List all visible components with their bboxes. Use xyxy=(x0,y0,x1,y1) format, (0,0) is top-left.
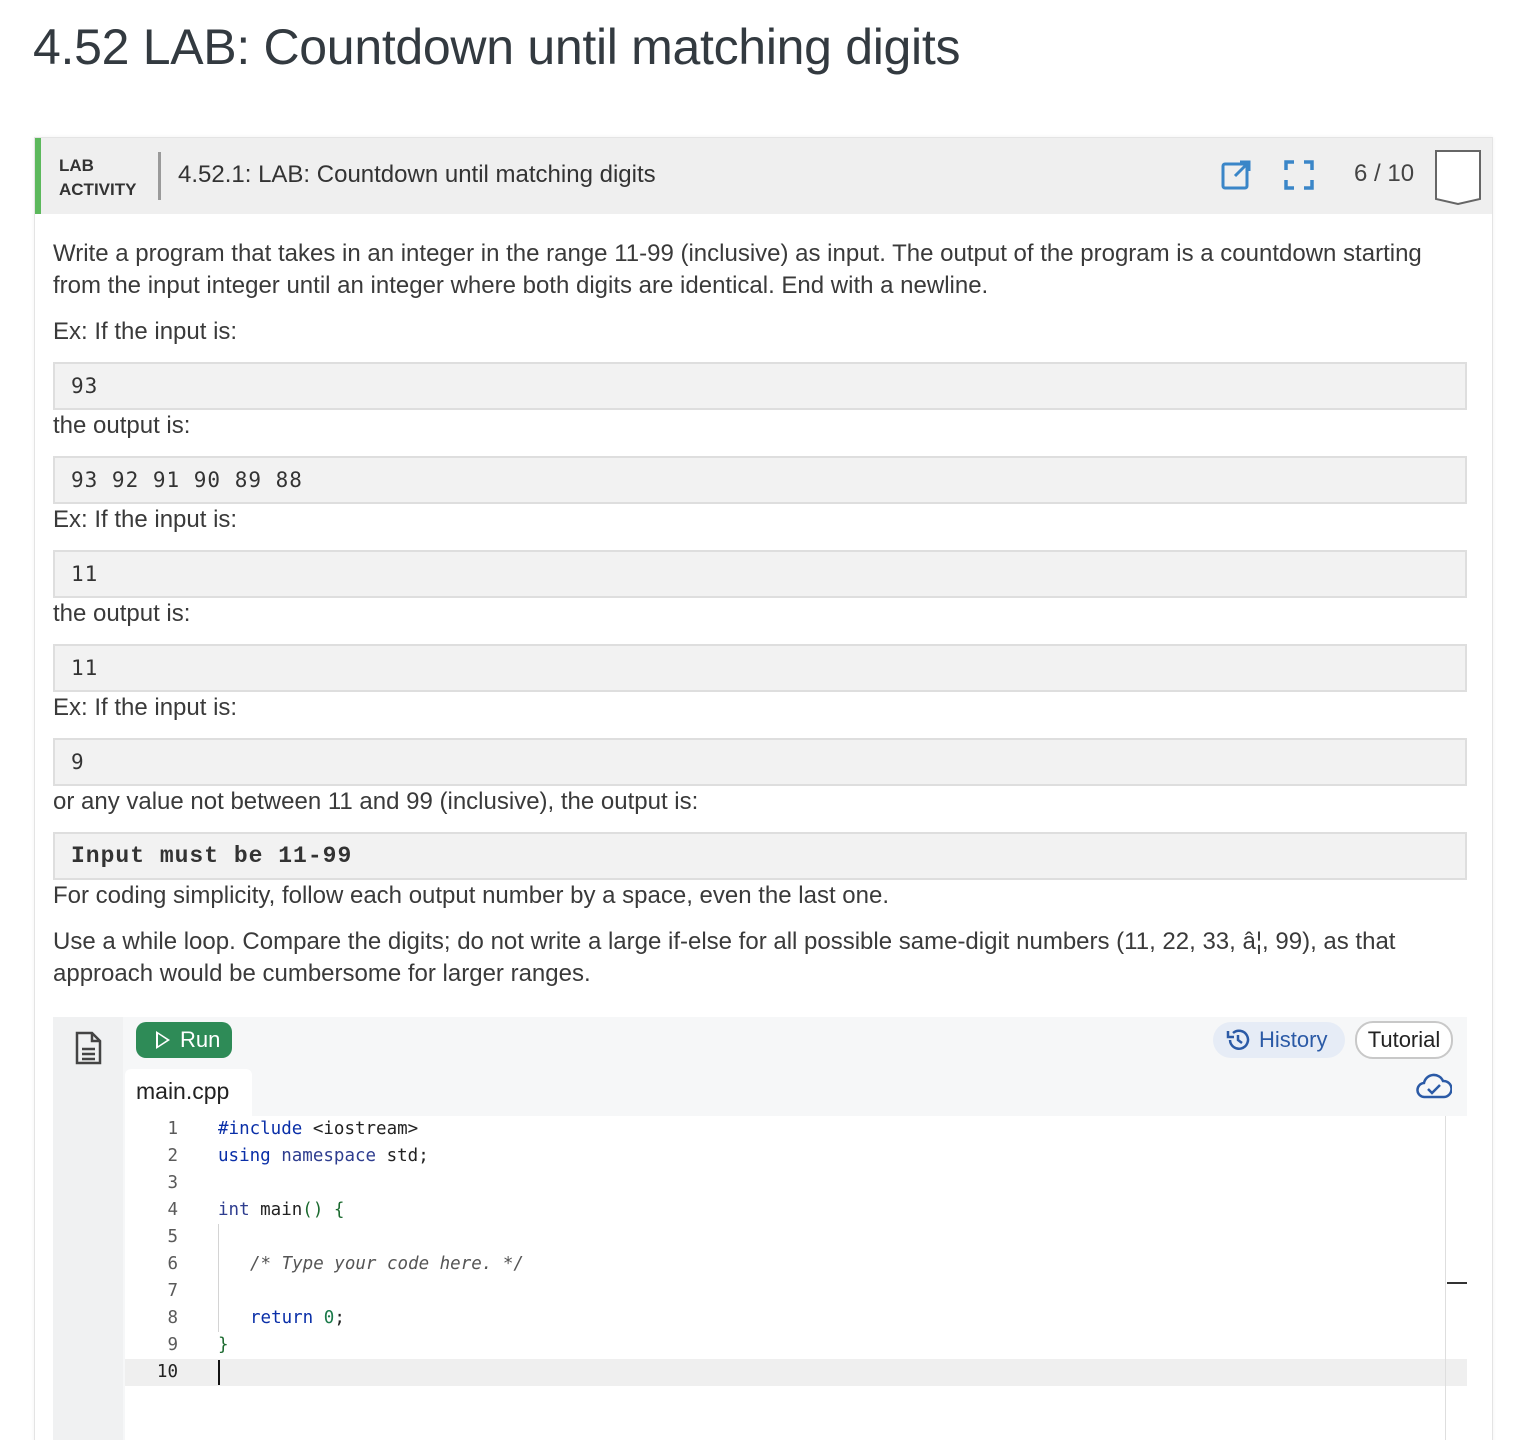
code-line: 3 xyxy=(125,1170,1467,1197)
line-number: 10 xyxy=(156,1362,178,1382)
cloud-check-icon xyxy=(1416,1073,1452,1099)
line-number: 6 xyxy=(167,1254,178,1274)
fullscreen-icon[interactable] xyxy=(1282,158,1316,192)
open-external-icon[interactable] xyxy=(1219,158,1253,192)
code-editor[interactable]: 1 #include <iostream> 2 using namespace … xyxy=(125,1116,1467,1440)
example-3-output-label: or any value not between 11 and 99 (incl… xyxy=(53,788,699,815)
simplicity-note: For coding simplicity, follow each outpu… xyxy=(53,882,890,909)
lab-title: 4.52.1: LAB: Countdown until matching di… xyxy=(178,161,656,188)
header-divider xyxy=(158,152,161,200)
example-3-output: Input must be 11-99 xyxy=(53,832,1467,880)
example-1-output-label: the output is: xyxy=(53,412,191,439)
line-number: 5 xyxy=(167,1227,178,1247)
code-line: 6 /* Type your code here. */ xyxy=(125,1251,1467,1278)
example-1-output: 93 92 91 90 89 88 xyxy=(53,456,1467,504)
ide-side-gutter xyxy=(53,1017,123,1440)
line-code: return 0; xyxy=(250,1308,345,1328)
lab-header: LAB ACTIVITY 4.52.1: LAB: Countdown unti… xyxy=(35,138,1492,214)
example-2-input: 11 xyxy=(53,550,1467,598)
code-line: 8 return 0; xyxy=(125,1305,1467,1332)
code-line: 7 xyxy=(125,1278,1467,1305)
line-number: 8 xyxy=(167,1308,178,1328)
score-text: 6 / 10 xyxy=(1354,160,1415,187)
code-line-active: 10 xyxy=(125,1359,1467,1386)
lab-description: Write a program that takes in an integer… xyxy=(53,238,1467,990)
code-editor-panel: Run History Tutorial main.cpp 1 #include… xyxy=(53,1017,1467,1440)
line-number: 4 xyxy=(167,1200,178,1220)
text-cursor xyxy=(218,1360,220,1385)
example-2-label: Ex: If the input is: xyxy=(53,506,238,533)
code-line: 2 using namespace std; xyxy=(125,1143,1467,1170)
page-title: 4.52 LAB: Countdown until matching digit… xyxy=(33,19,961,75)
lab-activity-card: LAB ACTIVITY 4.52.1: LAB: Countdown unti… xyxy=(34,137,1493,1440)
history-icon xyxy=(1226,1029,1250,1050)
run-label: Run xyxy=(180,1027,221,1052)
description-paragraph: Write a program that takes in an integer… xyxy=(53,240,1422,299)
example-1-label: Ex: If the input is: xyxy=(53,318,238,345)
line-number: 1 xyxy=(167,1119,178,1139)
file-tab-main-cpp[interactable]: main.cpp xyxy=(125,1069,252,1116)
example-2-output: 11 xyxy=(53,644,1467,692)
line-code: } xyxy=(218,1335,229,1355)
line-number: 7 xyxy=(167,1281,178,1301)
play-icon xyxy=(156,1031,170,1049)
scrollbar-marker xyxy=(1447,1282,1467,1284)
line-code: int main() { xyxy=(218,1200,345,1220)
example-3-label: Ex: If the input is: xyxy=(53,694,238,721)
while-loop-note: Use a while loop. Compare the digits; do… xyxy=(53,928,1396,987)
history-label: History xyxy=(1259,1027,1328,1052)
code-line: 5 xyxy=(125,1224,1467,1251)
tutorial-button[interactable]: Tutorial xyxy=(1355,1021,1453,1059)
example-3-input: 9 xyxy=(53,738,1467,786)
run-button[interactable]: Run xyxy=(136,1022,232,1058)
line-number: 9 xyxy=(167,1335,178,1355)
line-code: using namespace std; xyxy=(218,1146,429,1166)
line-code: /* Type your code here. */ xyxy=(250,1254,524,1274)
line-code: #include <iostream> xyxy=(218,1119,419,1139)
score-badge-icon xyxy=(1435,150,1481,205)
editor-scrollbar[interactable] xyxy=(1445,1116,1446,1440)
history-button[interactable]: History xyxy=(1213,1022,1345,1058)
indent-guide xyxy=(218,1224,219,1332)
line-number: 2 xyxy=(167,1146,178,1166)
example-2-output-label: the output is: xyxy=(53,600,191,627)
document-icon[interactable] xyxy=(73,1031,103,1065)
lab-activity-label: LAB ACTIVITY xyxy=(59,156,137,199)
code-line: 9 } xyxy=(125,1332,1467,1359)
example-1-input: 93 xyxy=(53,362,1467,410)
code-line: 4 int main() { xyxy=(125,1197,1467,1224)
code-line: 1 #include <iostream> xyxy=(125,1116,1467,1143)
line-number: 3 xyxy=(167,1173,178,1193)
